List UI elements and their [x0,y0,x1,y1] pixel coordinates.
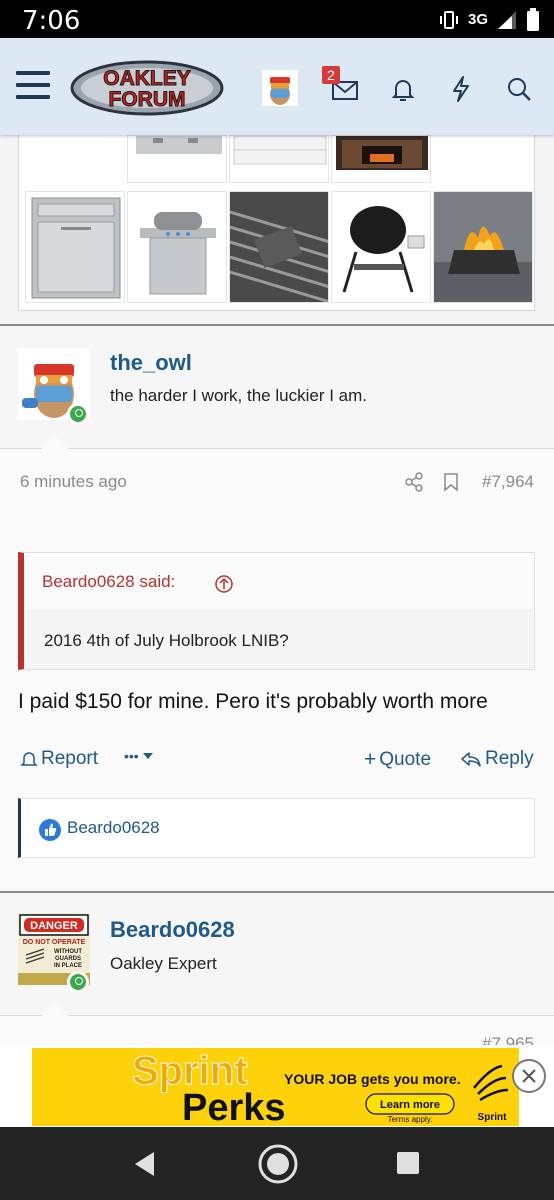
gallery-thumb[interactable] [229,191,329,303]
danger-sign-text1: DO NOT OPERATE [23,939,86,946]
quote-block: Beardo0628 said: 2016 4th of July Holbro… [18,552,535,670]
post-number[interactable]: #7,964 [482,472,534,492]
online-status-icon [67,971,89,993]
post-username[interactable]: the_owl [110,350,192,376]
quote-button[interactable]: + Quote [364,748,431,772]
post-user-block: DANGER DO NOT OPERATE WITHOUT GUARDS IN … [0,893,554,1015]
like-icon [39,819,61,841]
post-message: I paid $150 for mine. Pero it's probably… [18,690,488,713]
inbox-badge: 2 [322,66,340,84]
user-avatar[interactable] [262,70,298,106]
bell-icon [20,752,38,766]
post-time[interactable]: 6 minutes ago [20,472,127,492]
ad-fine-print: Terms apply. [388,1115,433,1124]
gallery-thumb[interactable] [331,135,431,183]
gallery-row-top [19,135,536,183]
more-options-button[interactable]: ••• [124,748,154,764]
home-icon[interactable] [257,1143,299,1185]
reply-label: Reply [485,748,534,769]
ad-banner: Sprint Perks YOUR JOB gets you more. Lea… [0,1045,554,1127]
system-nav-bar [0,1127,554,1200]
image-gallery [18,135,535,311]
reaction-user[interactable]: Beardo0628 [67,818,160,838]
post-user-block: the_owl the harder I work, the luckier I… [0,326,554,448]
online-status-icon [67,403,89,425]
menu-icon[interactable] [16,71,50,101]
post-notch [41,1003,69,1016]
share-icon[interactable] [404,472,424,492]
search-icon[interactable] [504,74,534,104]
network-type: 3G [467,11,488,28]
logo-line1: OAKLEY [103,67,191,90]
ad-close-button[interactable] [512,1059,546,1093]
ad-logo-text: Sprint [478,1112,508,1123]
post-body [0,1016,554,1046]
report-label: Report [41,748,99,769]
recents-icon[interactable] [396,1151,420,1175]
close-icon [522,1069,536,1083]
post-user-title: the harder I work, the luckier I am. [110,386,367,405]
post-username[interactable]: Beardo0628 [110,917,235,943]
bell-icon[interactable] [388,74,418,104]
ad-creative[interactable]: Sprint Perks YOUR JOB gets you more. Lea… [32,1048,519,1126]
quote-header: Beardo0628 said: [24,553,534,611]
battery-icon [527,8,539,31]
status-bar: 7:06 3G [0,0,554,38]
status-time: 7:06 [22,6,81,36]
gallery-row-bottom [19,191,536,303]
post-user-title: Oakley Expert [110,954,217,973]
bookmark-icon[interactable] [442,472,460,492]
ad-cta: Learn more [380,1099,440,1111]
status-icons: 3G [438,8,540,32]
danger-sign-text4: IN PLACE [54,963,82,969]
bolt-icon[interactable] [446,74,476,104]
danger-sign-text3: GUARDS [55,956,81,962]
gallery-thumb[interactable] [331,191,431,303]
logo-line2: FORUM [109,88,186,111]
ad-tagline: YOUR JOB gets you more. [284,1071,461,1087]
reply-icon [461,752,481,767]
jump-to-quote-icon[interactable] [214,574,234,594]
gallery-thumb[interactable] [127,135,227,183]
signal-icon [498,11,516,29]
forum-logo[interactable]: OAKLEY FORUM [70,58,224,116]
gallery-thumb[interactable] [25,191,125,303]
gallery-thumb[interactable] [229,135,329,183]
gallery-thumb[interactable] [433,191,533,303]
quote-author[interactable]: Beardo0628 said: [42,572,175,592]
danger-sign-title: DANGER [30,920,78,932]
reactions-bar[interactable]: Beardo0628 [18,798,535,858]
gallery-thumb[interactable] [127,191,227,303]
more-label: ••• [124,748,139,764]
reply-button[interactable]: Reply [460,748,534,770]
report-button[interactable]: Report [20,748,98,770]
back-icon[interactable] [132,1149,158,1179]
danger-sign-text2: WITHOUT [54,949,82,955]
quote-label: Quote [379,749,432,770]
chevron-down-icon [142,753,153,759]
quote-text: 2016 4th of July Holbrook LNIB? [44,631,289,650]
app-header: OAKLEY FORUM 2 [0,38,554,135]
vibrate-icon [439,11,458,29]
ad-brand2: Perks [182,1087,286,1126]
plus-icon: + [364,748,377,771]
post-notch [41,436,69,449]
